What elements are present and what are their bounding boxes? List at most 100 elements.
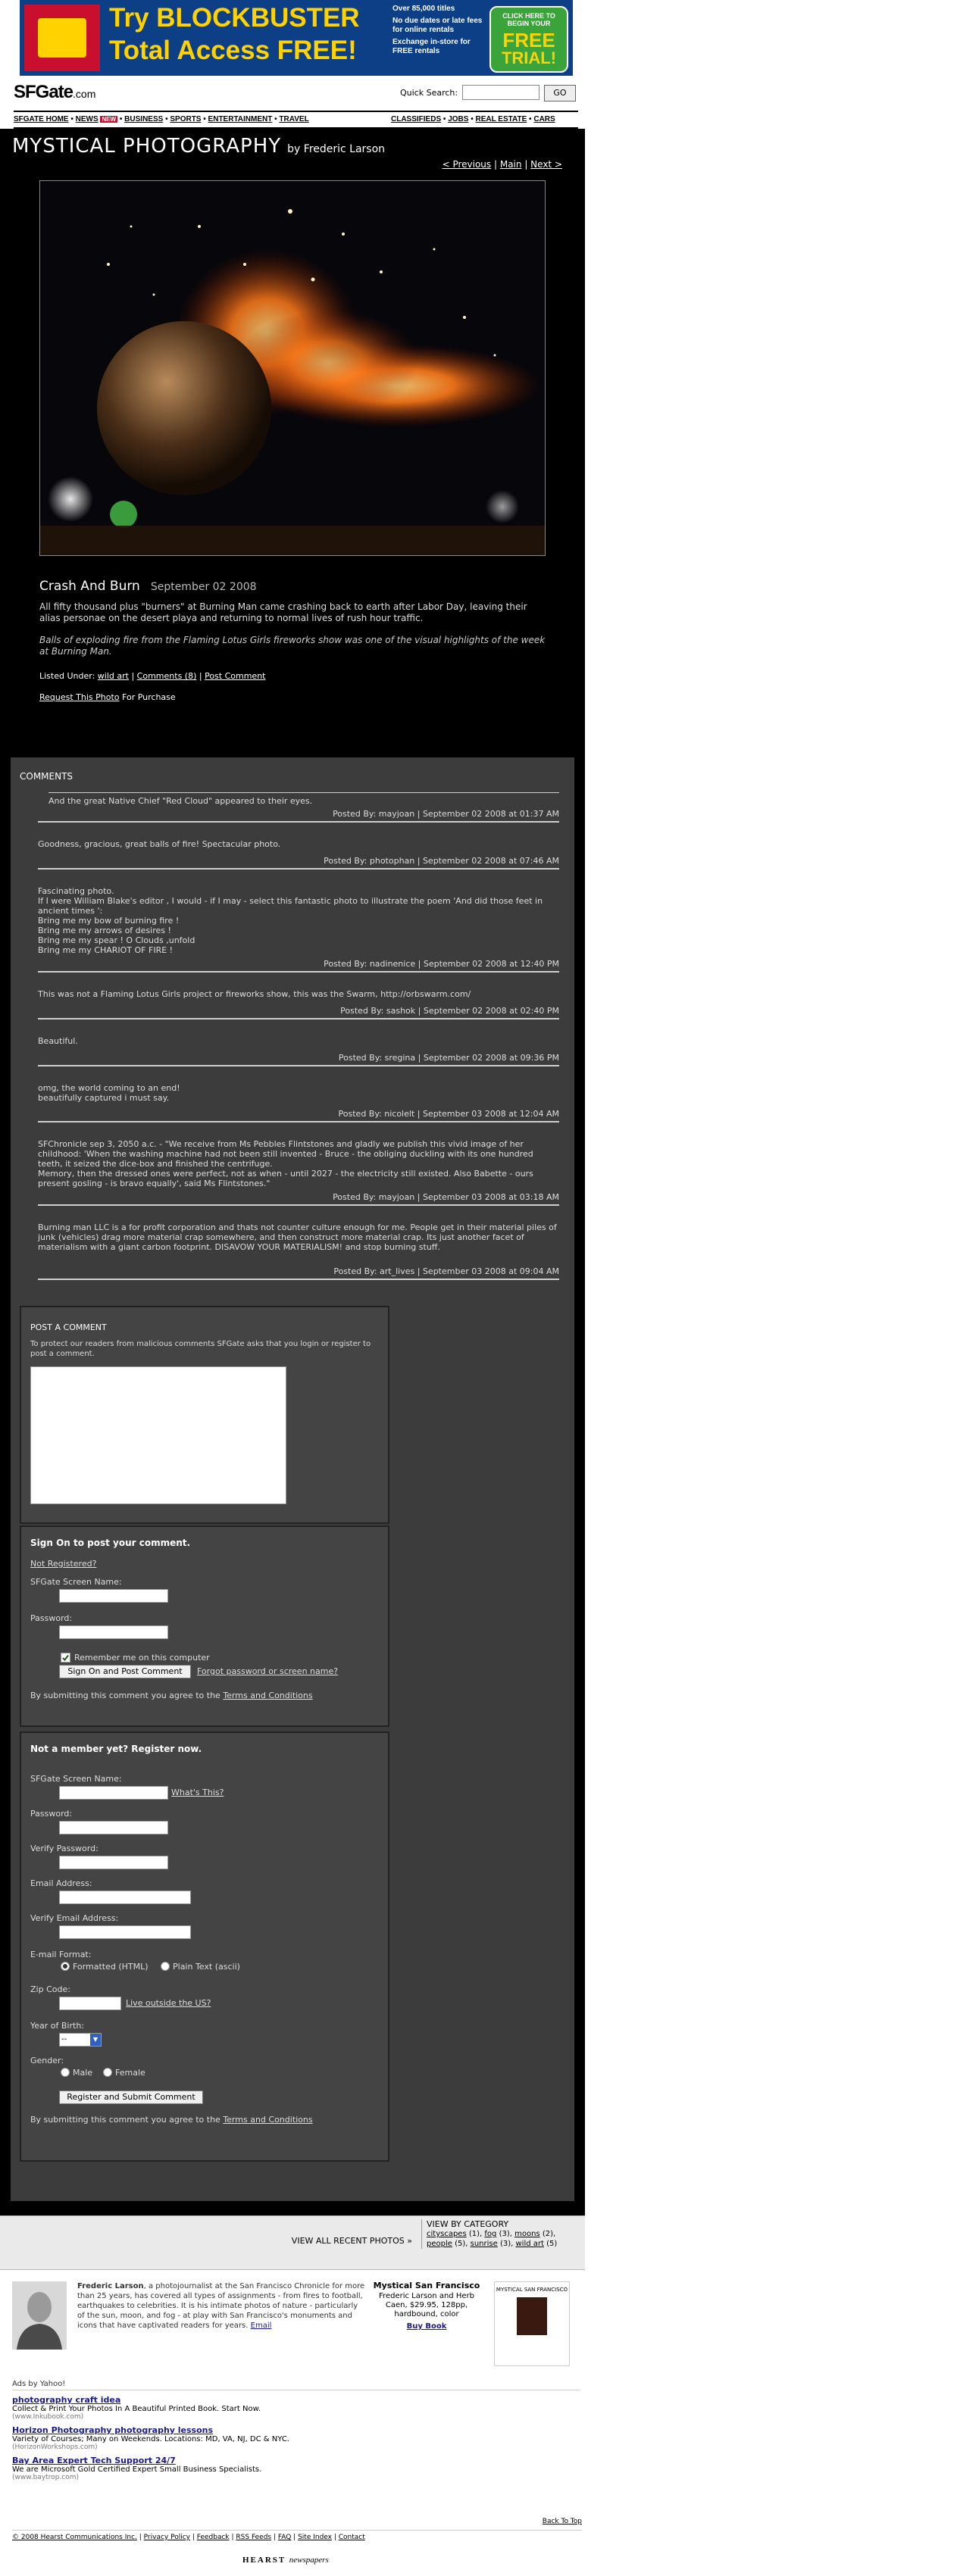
comment-meta: Posted By: art_lives | September 03 2008… — [38, 1266, 559, 1280]
terms-link[interactable]: Terms and Conditions — [223, 1691, 312, 1700]
category-heading: VIEW BY CATEGORY — [427, 2219, 509, 2229]
comment-text: Burning man LLC is a for profit corporat… — [38, 1222, 557, 1252]
nav-travel[interactable]: TRAVEL — [279, 115, 308, 123]
nav-business[interactable]: BUSINESS — [124, 115, 163, 123]
gender-male-radio[interactable] — [61, 2068, 70, 2077]
format-plain-radio[interactable] — [161, 1962, 170, 1971]
reg-verify-password-label: Verify Password: — [30, 1844, 99, 1853]
previous-link[interactable]: < Previous — [443, 159, 492, 170]
category-link[interactable]: sunrise — [471, 2240, 498, 2248]
footer-link[interactable]: FAQ — [278, 2534, 291, 2541]
ad-item[interactable]: Bay Area Expert Tech Support 24/7 We are… — [12, 2456, 580, 2481]
reg-terms-link[interactable]: Terms and Conditions — [223, 2115, 312, 2125]
comments-link[interactable]: Comments (8) — [137, 671, 197, 681]
gender-female-radio[interactable] — [103, 2068, 112, 2077]
category-link[interactable]: wild art — [515, 2240, 543, 2248]
nav-sfgate-home[interactable]: SFGATE HOME — [14, 115, 69, 123]
comment-meta: Posted By: sregina | September 02 2008 a… — [38, 1053, 559, 1066]
banner-headline-1: Try BLOCKBUSTER — [109, 3, 360, 33]
comment-textarea[interactable] — [30, 1366, 286, 1504]
burning-man-photo — [39, 180, 546, 556]
category-link[interactable]: moons — [514, 2230, 540, 2238]
reg-screen-name-input[interactable] — [59, 1786, 168, 1800]
request-photo-link[interactable]: Request This Photo — [39, 692, 120, 702]
category-link[interactable]: cityscapes — [427, 2230, 467, 2238]
forgot-password-link[interactable]: Forgot password or screen name? — [197, 1666, 338, 1676]
chevron-down-icon: ▼ — [90, 2034, 101, 2046]
comment-text: Beautiful. — [38, 1036, 78, 1046]
book-cover[interactable]: MYSTICAL SAN FRANCISCO — [494, 2281, 570, 2366]
copyright[interactable]: © 2008 Hearst Communications Inc. — [12, 2534, 137, 2541]
banner-bullets: Over 85,000 titles No due dates or late … — [392, 5, 483, 59]
comment-meta: Posted By: photophan | September 02 2008… — [38, 856, 559, 870]
ads-heading: Ads by Yahoo! — [12, 2380, 580, 2390]
banner-bullet: Exchange in-store for FREE rentals — [392, 38, 471, 55]
back-to-top-link[interactable]: Back To Top — [543, 2518, 582, 2525]
photo-description: All fifty thousand plus "burners" at Bur… — [39, 601, 527, 623]
nav-news[interactable]: NEWS — [76, 115, 99, 123]
sfgate-logo[interactable]: SFGate.com — [14, 82, 95, 103]
footer-link[interactable]: Privacy Policy — [144, 2534, 190, 2541]
screen-name-label: SFGate Screen Name: — [30, 1577, 122, 1587]
wild-art-link[interactable]: wild art — [98, 671, 129, 681]
year-of-birth-select[interactable]: -- ▼ — [59, 2033, 102, 2047]
gender-female-label: Female — [115, 2068, 145, 2078]
checkmark-icon — [62, 1654, 69, 1662]
comment-meta: Posted By: nadinenice | September 02 200… — [38, 959, 559, 973]
nav-real-estate[interactable]: REAL ESTATE — [475, 115, 527, 123]
signon-screen-name-input[interactable] — [59, 1589, 168, 1603]
nav-cars[interactable]: CARS — [533, 115, 555, 123]
book-cover-title: MYSTICAL SAN FRANCISCO — [496, 2287, 568, 2293]
signon-submit-button[interactable]: Sign On and Post Comment — [59, 1665, 191, 1678]
register-heading: Not a member yet? Register now. — [30, 1744, 202, 1754]
main-link[interactable]: Main — [500, 159, 522, 170]
not-registered-link[interactable]: Not Registered? — [30, 1559, 96, 1569]
signon-password-input[interactable] — [59, 1625, 168, 1639]
photo-caption: Balls of exploding fire from the Flaming… — [39, 635, 546, 657]
comment-text: Goodness, gracious, great balls of fire!… — [38, 839, 281, 849]
blockbuster-banner-ad[interactable]: Try BLOCKBUSTER Total Access FREE! Over … — [20, 0, 573, 76]
footer-link[interactable]: Contact — [339, 2534, 365, 2541]
comment-text: omg, the world coming to an end! beautif… — [38, 1083, 180, 1103]
author-email-link[interactable]: Email — [251, 2322, 272, 2330]
zip-input[interactable] — [59, 1997, 121, 2010]
post-comment-link[interactable]: Post Comment — [205, 671, 265, 681]
nav-jobs[interactable]: JOBS — [448, 115, 468, 123]
footer-link[interactable]: Site Index — [298, 2534, 332, 2541]
whats-this-link[interactable]: What's This? — [171, 1788, 224, 1797]
remember-checkbox[interactable] — [61, 1653, 70, 1663]
author-bio: Frederic Larson, a photojournalist at th… — [77, 2282, 365, 2330]
next-link[interactable]: Next > — [530, 159, 562, 170]
yahoo-ads: Ads by Yahoo! photography craft idea Col… — [12, 2380, 580, 2481]
outside-us-link[interactable]: Live outside the US? — [126, 1998, 211, 2008]
remember-label: Remember me on this computer — [74, 1653, 210, 1663]
buy-book-link[interactable]: Buy Book — [370, 2322, 483, 2331]
reg-verify-password-input[interactable] — [59, 1856, 168, 1869]
main-nav: SFGATE HOME • NEWS NEW • BUSINESS • SPOR… — [14, 111, 578, 129]
comments-panel: COMMENTS And the great Native Chief "Red… — [11, 757, 574, 2201]
author-portrait — [12, 2281, 67, 2350]
quick-search-label: Quick Search: — [400, 88, 458, 98]
view-all-photos-link[interactable]: VIEW ALL RECENT PHOTOS » — [292, 2236, 412, 2246]
quick-search-input[interactable] — [462, 85, 539, 100]
nav-entertainment[interactable]: ENTERTAINMENT — [208, 115, 273, 123]
free-trial-button[interactable]: CLICK HERE TO BEGIN YOUR FREE TRIAL! — [489, 6, 568, 73]
email-format-label: E-mail Format: — [30, 1950, 92, 1959]
hearst-logo: HEARST newspapers — [242, 2556, 329, 2565]
ad-item[interactable]: photography craft idea Collect & Print Y… — [12, 2395, 580, 2421]
reg-verify-email-input[interactable] — [59, 1925, 191, 1939]
gallery-main: MYSTICAL PHOTOGRAPHY by Frederic Larson <… — [0, 129, 585, 2215]
nav-sports[interactable]: SPORTS — [170, 115, 201, 123]
category-link[interactable]: people — [427, 2240, 452, 2248]
nav-classifieds[interactable]: CLASSIFIEDS — [391, 115, 441, 123]
register-submit-button[interactable]: Register and Submit Comment — [59, 2090, 203, 2104]
reg-email-input[interactable] — [59, 1891, 191, 1904]
format-html-radio[interactable] — [61, 1962, 70, 1971]
ad-item[interactable]: Horizon Photography photography lessons … — [12, 2425, 580, 2451]
category-link[interactable]: fog — [484, 2230, 496, 2238]
reg-password-input[interactable] — [59, 1821, 168, 1834]
footer-link[interactable]: RSS Feeds — [236, 2534, 271, 2541]
password-label: Password: — [30, 1613, 73, 1623]
go-button[interactable]: GO — [544, 85, 576, 101]
footer-link[interactable]: Feedback — [197, 2534, 230, 2541]
